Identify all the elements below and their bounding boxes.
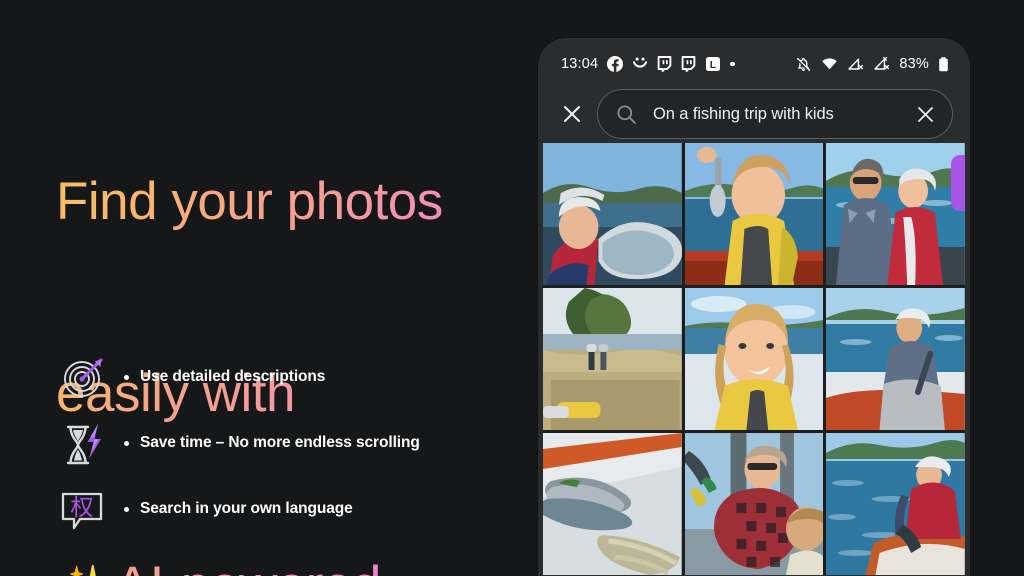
feature-label: Save time – No more endless scrolling: [140, 434, 420, 451]
battery-icon: [939, 56, 948, 71]
photo-thumbnail[interactable]: [543, 433, 682, 575]
smiley-icon: [633, 57, 648, 68]
headline-line-1: Find your photos: [56, 172, 443, 231]
bullet-icon: [124, 374, 129, 380]
status-bar-right: 83%: [795, 56, 949, 73]
search-query-text[interactable]: On a fishing trip with kids: [653, 105, 915, 124]
photo-thumbnail[interactable]: [543, 143, 682, 285]
twitch-icon: [681, 56, 696, 72]
purple-side-tab[interactable]: [951, 155, 965, 211]
search-icon: [617, 105, 636, 124]
notifications-muted-icon: [797, 57, 811, 71]
photo-results-grid: [543, 143, 965, 575]
status-clock: 13:04: [561, 56, 599, 72]
bullet-icon: [124, 440, 129, 446]
status-bar: 13:04 L 83%: [543, 43, 965, 85]
feature-label: Search in your own language: [140, 500, 353, 517]
photo-thumbnail[interactable]: [826, 143, 965, 285]
bullet-icon: [124, 506, 129, 512]
target-dart-icon: [56, 349, 112, 405]
no-sim-2-icon: [874, 56, 890, 70]
sparkles-icon: ✨: [56, 557, 113, 576]
headline-line-3-text: AI-powered: [115, 556, 381, 576]
clear-search-icon[interactable]: [915, 104, 936, 125]
battery-percent-label: 83%: [899, 56, 929, 72]
feature-item-save-time: Save time – No more endless scrolling: [56, 410, 506, 476]
hourglass-lightning-icon: [56, 415, 112, 471]
feature-label-row: Save time – No more endless scrolling: [124, 434, 420, 452]
facebook-icon: [607, 56, 624, 72]
promo-screenshot: Find your photos easily with ✨AI-powered…: [0, 0, 1024, 576]
photo-thumbnail[interactable]: [684, 143, 824, 285]
close-icon[interactable]: [559, 101, 585, 127]
wifi-icon: [822, 57, 838, 69]
headline-line-3: ✨AI-powered: [56, 554, 496, 576]
no-sim-1-icon: [848, 58, 864, 70]
photo-thumbnail[interactable]: [826, 433, 965, 575]
search-bar: On a fishing trip with kids: [543, 85, 965, 143]
twitch-icon: [657, 56, 672, 72]
phone-screen: 13:04 L 83% On a fishing trip with kids: [543, 43, 965, 576]
photo-thumbnail[interactable]: [684, 433, 824, 575]
svg-text:权: 权: [71, 495, 94, 521]
photo-thumbnail[interactable]: [826, 288, 965, 430]
left-marketing-panel: Find your photos easily with ✨AI-powered…: [0, 0, 520, 576]
feature-list: Use detailed descriptions Save time – No…: [56, 344, 506, 542]
status-bar-left: 13:04 L: [561, 56, 735, 72]
feature-label-row: Use detailed descriptions: [124, 368, 325, 386]
overflow-dot-icon: [730, 61, 735, 67]
feature-item-detailed-descriptions: Use detailed descriptions: [56, 344, 506, 410]
svg-text:L: L: [710, 59, 717, 71]
speech-bubble-language-icon: 权: [56, 481, 112, 537]
search-input[interactable]: On a fishing trip with kids: [597, 89, 953, 139]
letter-l-icon: L: [706, 57, 721, 71]
feature-label: Use detailed descriptions: [140, 368, 326, 385]
phone-mockup: 13:04 L 83% On a fishing trip with kids: [538, 38, 970, 576]
feature-label-row: Search in your own language: [124, 500, 353, 518]
photo-thumbnail[interactable]: [543, 288, 682, 430]
feature-item-own-language: 权 Search in your own language: [56, 476, 506, 542]
photo-thumbnail[interactable]: [684, 288, 824, 430]
